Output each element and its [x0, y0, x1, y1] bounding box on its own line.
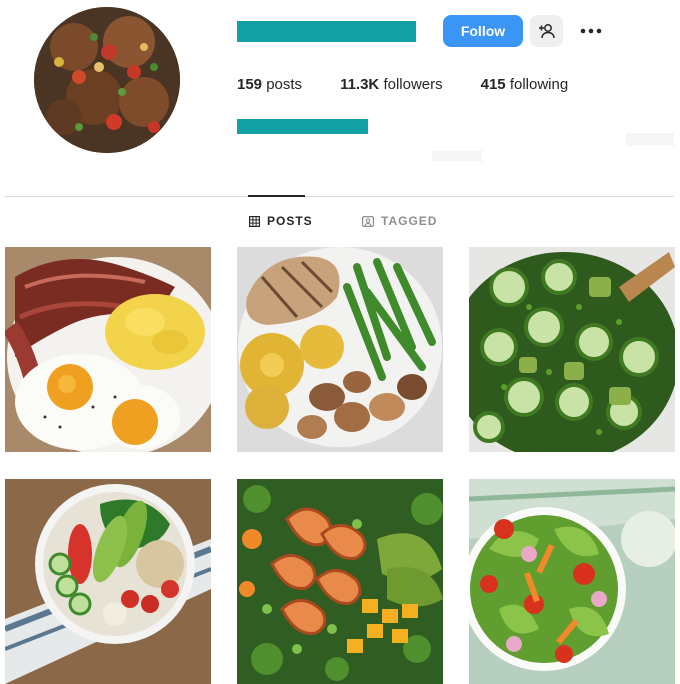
username-redacted [237, 21, 416, 42]
faint-placeholder [432, 150, 482, 162]
post-tile[interactable] [469, 479, 675, 684]
profile-avatar[interactable] [34, 7, 180, 153]
stat-posts-value: 159 [237, 76, 263, 93]
tab-tagged-label: TAGGED [381, 214, 438, 228]
stat-posts: 159 posts [237, 76, 302, 93]
add-user-icon [538, 24, 555, 39]
post-image [469, 247, 675, 452]
more-options-icon [580, 28, 602, 34]
stat-posts-label: posts [266, 76, 303, 93]
post-image [5, 479, 211, 684]
food-dish-avatar [34, 7, 180, 153]
tag-icon [362, 215, 374, 227]
tabs-divider [4, 196, 674, 197]
post-tile[interactable] [237, 247, 443, 452]
post-image [469, 479, 675, 684]
stat-followers[interactable]: 11.3K followers [340, 76, 443, 93]
active-tab-indicator [248, 195, 305, 197]
post-tile[interactable] [5, 479, 211, 684]
tab-posts-label: POSTS [267, 214, 313, 228]
tab-tagged[interactable]: TAGGED [362, 214, 437, 228]
post-image [5, 247, 211, 452]
stat-following-value: 415 [480, 76, 506, 93]
post-tile[interactable] [469, 247, 675, 452]
bio-redacted [237, 119, 368, 134]
post-image [237, 247, 443, 452]
more-options-button[interactable] [577, 18, 605, 44]
grid-icon [249, 215, 260, 227]
post-tile[interactable] [5, 247, 211, 452]
faint-placeholder [626, 133, 674, 146]
stat-followers-label: followers [383, 76, 443, 93]
post-image [237, 479, 443, 684]
profile-stats: 159 posts 11.3K followers 415 following [237, 76, 606, 93]
add-user-button[interactable] [530, 15, 563, 47]
stat-followers-value: 11.3K [340, 76, 380, 93]
tab-posts[interactable]: POSTS [249, 214, 313, 228]
follow-button[interactable]: Follow [443, 15, 523, 47]
post-tile[interactable] [237, 479, 443, 684]
stat-following[interactable]: 415 following [481, 76, 569, 93]
stat-following-label: following [509, 76, 569, 93]
